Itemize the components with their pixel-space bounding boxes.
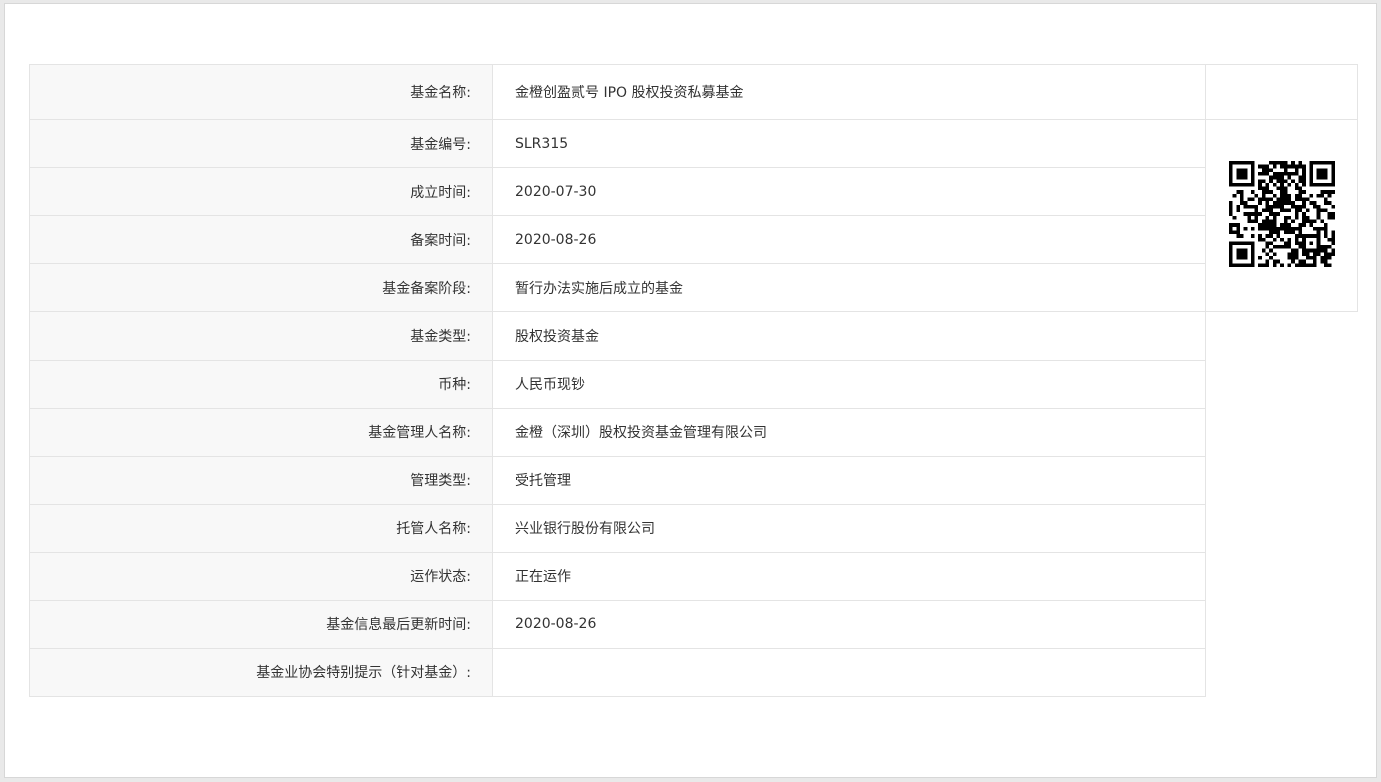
field-label: 币种:: [29, 359, 493, 409]
table-row: 管理类型: 受托管理: [29, 455, 1358, 505]
field-label: 托管人名称:: [29, 503, 493, 553]
field-label: 基金信息最后更新时间:: [29, 599, 493, 649]
field-value: 受托管理: [492, 455, 1206, 505]
qr-code-icon[interactable]: [1228, 160, 1335, 267]
field-value: 暂行办法实施后成立的基金: [492, 263, 1206, 312]
blank-cell: [1205, 648, 1358, 696]
table-row: 基金类型: 股权投资基金: [29, 311, 1358, 361]
field-label: 基金业协会特别提示（针对基金）:: [29, 647, 493, 697]
field-value: [492, 647, 1206, 697]
table-row: 币种: 人民币现钞: [29, 359, 1358, 409]
table-row: 备案时间: 2020-08-26: [29, 215, 1358, 264]
field-label: 基金编号:: [29, 119, 493, 168]
field-value: 2020-08-26: [492, 599, 1206, 649]
field-value: 正在运作: [492, 551, 1206, 601]
field-label: 基金备案阶段:: [29, 263, 493, 312]
table-row: 基金信息最后更新时间: 2020-08-26: [29, 599, 1358, 649]
fund-info-table: 基金名称: 金橙创盈贰号 IPO 股权投资私募基金 基金编号: SLR315 成…: [29, 64, 1358, 697]
table-row: 基金备案阶段: 暂行办法实施后成立的基金: [29, 263, 1358, 312]
empty-side-cell: [1205, 64, 1358, 120]
field-value: 2020-07-30: [492, 167, 1206, 216]
blank-cell: [1205, 504, 1358, 552]
field-value: 兴业银行股份有限公司: [492, 503, 1206, 553]
table-row: 基金管理人名称: 金橙（深圳）股权投资基金管理有限公司: [29, 407, 1358, 457]
field-label: 成立时间:: [29, 167, 493, 216]
field-label: 管理类型:: [29, 455, 493, 505]
field-value: 2020-08-26: [492, 215, 1206, 264]
field-label: 基金类型:: [29, 311, 493, 361]
blank-cell: [1205, 408, 1358, 456]
blank-cell: [1205, 600, 1358, 648]
table-row: 成立时间: 2020-07-30: [29, 167, 1358, 216]
field-value: 人民币现钞: [492, 359, 1206, 409]
table-row: 基金业协会特别提示（针对基金）:: [29, 647, 1358, 697]
blank-cell: [1205, 311, 1358, 360]
table-row: 托管人名称: 兴业银行股份有限公司: [29, 503, 1358, 553]
fund-detail-panel: 基金名称: 金橙创盈贰号 IPO 股权投资私募基金 基金编号: SLR315 成…: [4, 3, 1377, 778]
field-value: SLR315: [492, 119, 1206, 168]
field-value: 金橙创盈贰号 IPO 股权投资私募基金: [492, 64, 1206, 120]
field-label: 备案时间:: [29, 215, 493, 264]
field-value: 金橙（深圳）股权投资基金管理有限公司: [492, 407, 1206, 457]
field-label: 基金名称:: [29, 64, 493, 120]
blank-cell: [1205, 456, 1358, 504]
table-row: 基金名称: 金橙创盈贰号 IPO 股权投资私募基金: [29, 64, 1358, 120]
blank-cell: [1205, 552, 1358, 600]
field-label: 基金管理人名称:: [29, 407, 493, 457]
qr-code-cell: [1205, 119, 1358, 312]
blank-cell: [1205, 360, 1358, 408]
table-row: 基金编号: SLR315: [29, 119, 1358, 312]
field-value: 股权投资基金: [492, 311, 1206, 361]
field-label: 运作状态:: [29, 551, 493, 601]
table-row: 运作状态: 正在运作: [29, 551, 1358, 601]
